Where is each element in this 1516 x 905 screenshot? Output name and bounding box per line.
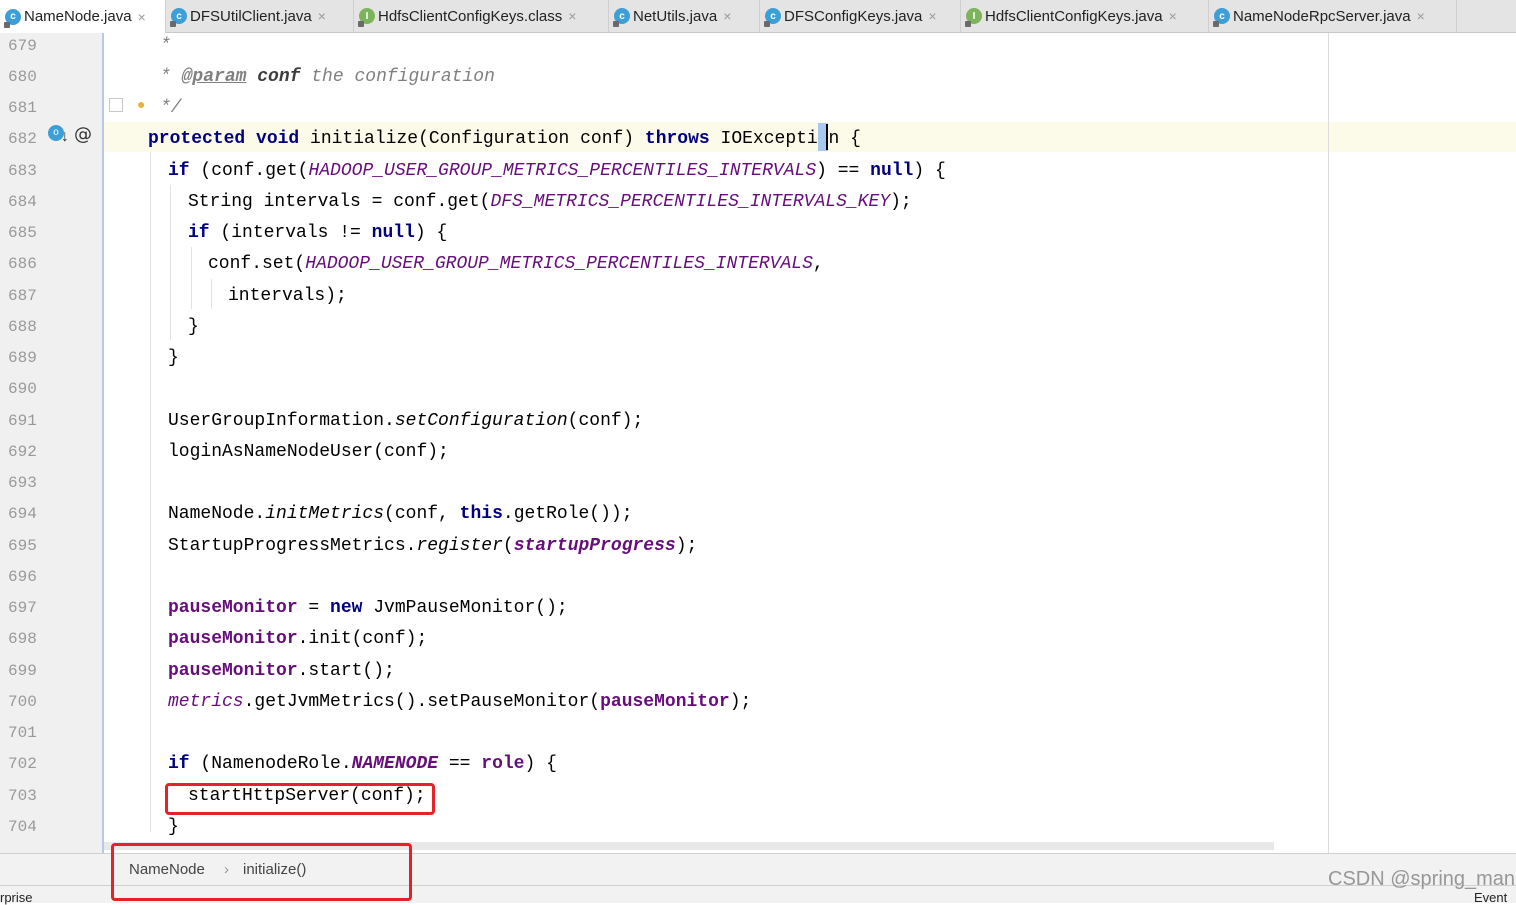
editor-tab-bar: c NameNode.java × c DFSUtilClient.java ×… bbox=[0, 0, 1516, 33]
line-number: 688 bbox=[8, 318, 37, 336]
code-line-704: } bbox=[168, 817, 179, 837]
breadcrumb-highlight-box bbox=[111, 843, 412, 901]
code-line-694: NameNode.initMetrics(conf, this.getRole(… bbox=[168, 504, 633, 524]
line-number: 689 bbox=[8, 349, 37, 367]
annotation-icon[interactable]: @ bbox=[74, 124, 92, 145]
class-icon: c bbox=[4, 8, 21, 28]
line-number: 693 bbox=[8, 474, 37, 492]
annotation-highlight-box bbox=[165, 783, 435, 815]
class-icon: c bbox=[170, 8, 187, 27]
code-line-680: * @param conf the configuration bbox=[160, 67, 495, 87]
line-number: 687 bbox=[8, 287, 37, 305]
tab-hdfsclientconfigkeys-java[interactable]: I HdfsClientConfigKeys.java × bbox=[961, 0, 1209, 32]
code-line-695: StartupProgressMetrics.register(startupP… bbox=[168, 536, 698, 556]
tab-dfsconfigkeys-java[interactable]: c DFSConfigKeys.java × bbox=[760, 0, 961, 32]
code-line-686: conf.set(HADOOP_USER_GROUP_METRICS_PERCE… bbox=[208, 254, 824, 274]
code-line-689: } bbox=[168, 348, 179, 368]
class-icon: c bbox=[1213, 8, 1230, 27]
interface-icon: I bbox=[965, 8, 982, 27]
line-number: 704 bbox=[8, 818, 37, 836]
tab-namenode-java[interactable]: c NameNode.java × bbox=[0, 0, 166, 33]
tab-label: DFSUtilClient.java bbox=[190, 7, 312, 25]
tab-label: NameNode.java bbox=[24, 8, 132, 25]
code-line-687: intervals); bbox=[228, 286, 347, 306]
tab-label: HdfsClientConfigKeys.java bbox=[985, 7, 1163, 25]
line-number: 686 bbox=[8, 255, 37, 273]
close-icon[interactable]: × bbox=[318, 8, 326, 24]
close-icon[interactable]: × bbox=[928, 8, 936, 24]
close-icon[interactable]: × bbox=[138, 9, 146, 25]
tab-netutils-java[interactable]: c NetUtils.java × bbox=[609, 0, 760, 32]
line-number: 697 bbox=[8, 599, 37, 617]
line-number: 696 bbox=[8, 568, 37, 586]
tab-dfsutilclient-java[interactable]: c DFSUtilClient.java × bbox=[166, 0, 354, 32]
code-line-681: */ bbox=[160, 98, 182, 118]
watermark: CSDN @spring_man bbox=[1328, 868, 1516, 890]
tab-label: NameNodeRpcServer.java bbox=[1233, 7, 1411, 25]
code-line-685: if (intervals != null) { bbox=[188, 223, 448, 243]
line-number: 680 bbox=[8, 68, 37, 86]
line-number: 681 bbox=[8, 99, 37, 117]
tab-label: NetUtils.java bbox=[633, 7, 718, 25]
line-number: 703 bbox=[8, 787, 37, 805]
tab-label: HdfsClientConfigKeys.class bbox=[378, 7, 563, 25]
close-icon[interactable]: × bbox=[1169, 8, 1177, 24]
line-number: 695 bbox=[8, 537, 37, 555]
interface-icon: I bbox=[358, 8, 375, 27]
line-number: 702 bbox=[8, 755, 37, 773]
code-line-679: * bbox=[160, 36, 171, 56]
close-icon[interactable]: × bbox=[723, 8, 731, 24]
code-line-688: } bbox=[188, 317, 199, 337]
line-number: 682 bbox=[8, 130, 37, 148]
code-line-691: UserGroupInformation.setConfiguration(co… bbox=[168, 411, 644, 431]
tab-hdfsclientconfigkeys-class[interactable]: I HdfsClientConfigKeys.class × bbox=[354, 0, 609, 32]
line-number: 679 bbox=[8, 37, 37, 55]
code-line-683: if (conf.get(HADOOP_USER_GROUP_METRICS_P… bbox=[168, 161, 946, 181]
tab-namenoderpcserver-java[interactable]: c NameNodeRpcServer.java × bbox=[1209, 0, 1457, 32]
tab-label: DFSConfigKeys.java bbox=[784, 7, 923, 25]
line-number: 691 bbox=[8, 412, 37, 430]
class-icon: c bbox=[764, 8, 781, 27]
text-caret bbox=[826, 124, 828, 150]
line-number: 684 bbox=[8, 193, 37, 211]
code-line-698: pauseMonitor.init(conf); bbox=[168, 629, 428, 649]
class-icon: c bbox=[613, 8, 630, 27]
line-number: 694 bbox=[8, 505, 37, 523]
line-number: 698 bbox=[8, 630, 37, 648]
close-icon[interactable]: × bbox=[568, 8, 576, 24]
status-left-text: rprise bbox=[0, 890, 33, 905]
code-line-697: pauseMonitor = new JvmPauseMonitor(); bbox=[168, 598, 568, 618]
line-number: 683 bbox=[8, 162, 37, 180]
arrow-down-icon[interactable]: ↓ bbox=[60, 128, 70, 146]
line-number: 699 bbox=[8, 662, 37, 680]
code-line-692: loginAsNameNodeUser(conf); bbox=[168, 442, 449, 462]
code-line-699: pauseMonitor.start(); bbox=[168, 661, 395, 681]
line-number: 701 bbox=[8, 724, 37, 742]
line-number: 700 bbox=[8, 693, 37, 711]
line-number: 690 bbox=[8, 380, 37, 398]
event-log-button[interactable]: Event bbox=[1474, 890, 1507, 905]
code-line-702: if (NamenodeRole.NAMENODE == role) { bbox=[168, 754, 557, 774]
code-line-684: String intervals = conf.get(DFS_METRICS_… bbox=[188, 192, 912, 212]
line-number: 685 bbox=[8, 224, 37, 242]
code-line-682: protected void initialize(Configuration … bbox=[148, 129, 861, 149]
line-number: 692 bbox=[8, 443, 37, 461]
close-icon[interactable]: × bbox=[1417, 8, 1425, 24]
code-line-700: metrics.getJvmMetrics().setPauseMonitor(… bbox=[168, 692, 752, 712]
